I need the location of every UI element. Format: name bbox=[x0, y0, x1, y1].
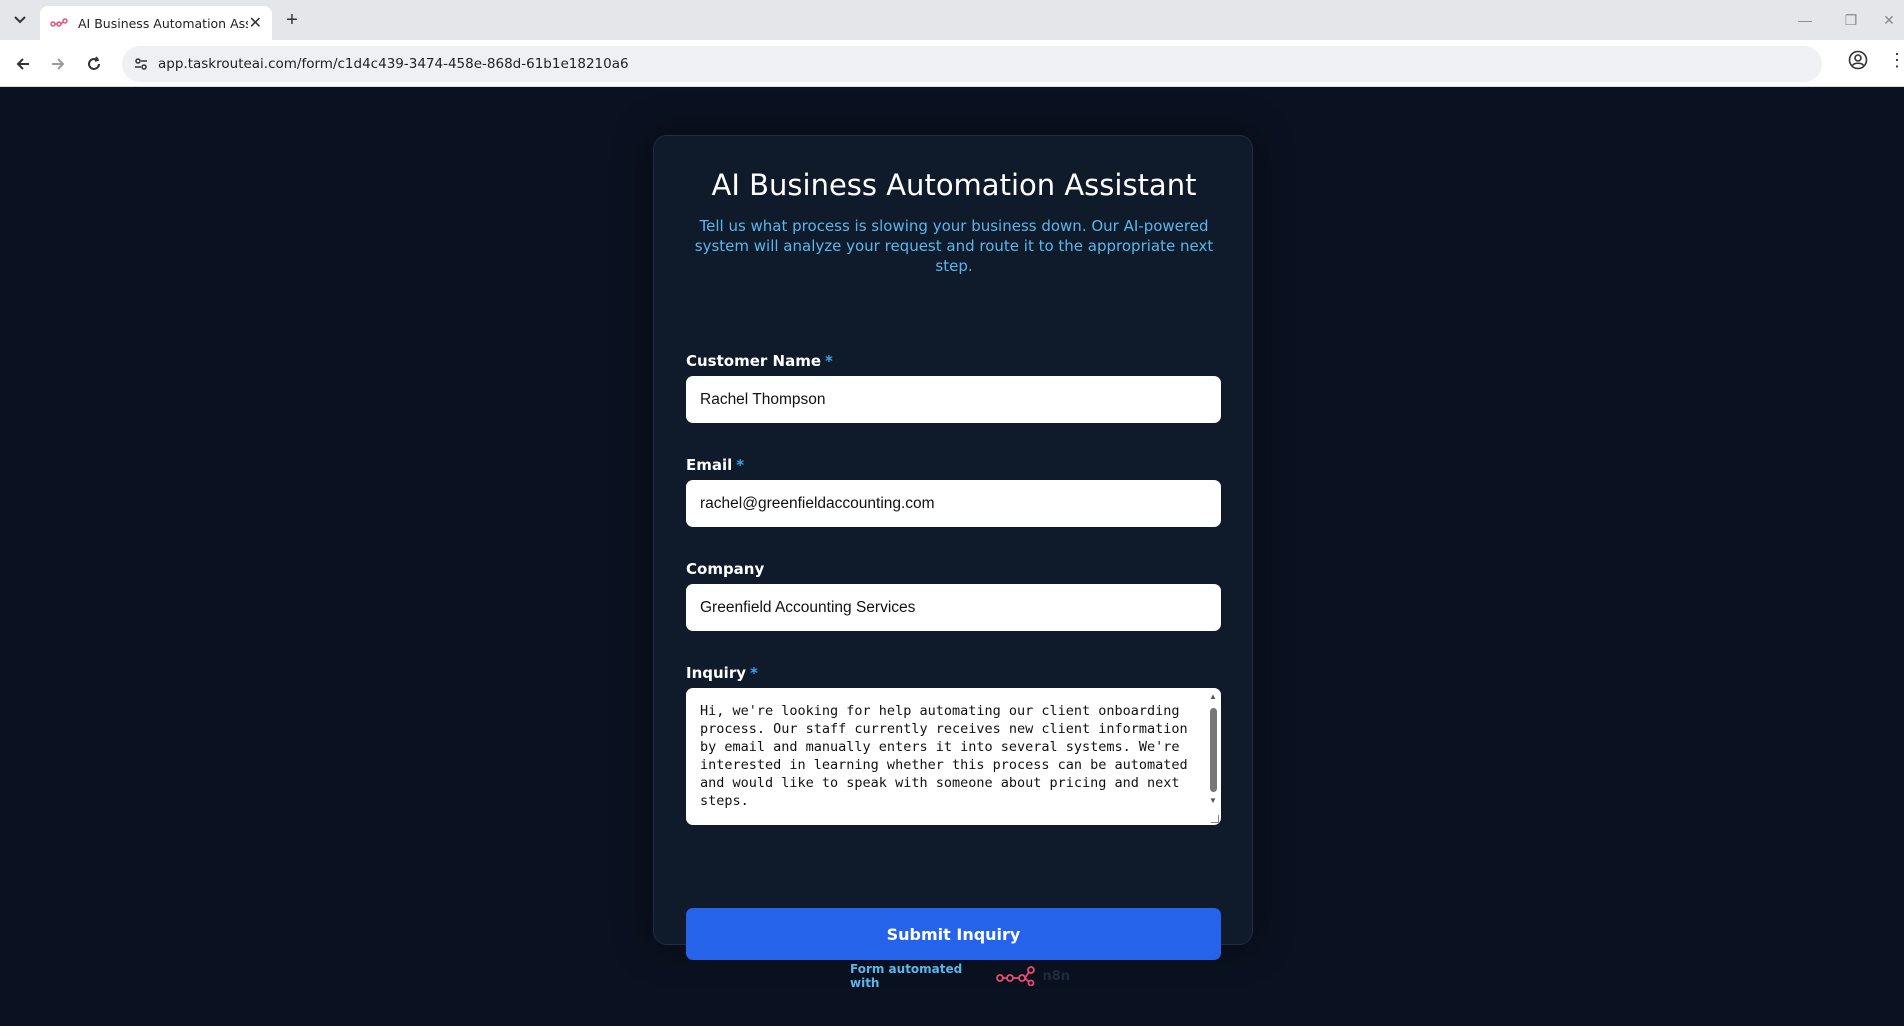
scroll-up-arrow-icon[interactable]: ▲ bbox=[1209, 692, 1217, 701]
inquiry-scrollbar[interactable]: ▲ ▼ bbox=[1208, 692, 1218, 818]
browser-tab-bar: AI Business Automation Assista ✕ + — ❐ ✕ bbox=[0, 0, 1904, 40]
email-label: Email * bbox=[686, 456, 744, 474]
tab-list-chevron-icon[interactable] bbox=[8, 8, 32, 32]
profile-icon[interactable] bbox=[1848, 50, 1872, 74]
inquiry-value: Hi, we're looking for help automating ou… bbox=[700, 703, 1196, 809]
reload-icon[interactable] bbox=[80, 50, 108, 78]
n8n-logo-icon[interactable] bbox=[996, 966, 1036, 987]
n8n-favicon-icon bbox=[50, 17, 68, 29]
minimize-icon[interactable]: — bbox=[1790, 8, 1820, 32]
required-mark: * bbox=[825, 352, 833, 370]
required-mark: * bbox=[736, 456, 745, 474]
company-label-text: Company bbox=[686, 560, 765, 578]
close-window-icon[interactable]: ✕ bbox=[1874, 8, 1904, 32]
footer: Form automated with n8n bbox=[850, 962, 1070, 990]
company-label: Company bbox=[686, 560, 764, 578]
form-title: AI Business Automation Assistant bbox=[711, 168, 1197, 202]
customer-name-value: Rachel Thompson bbox=[700, 390, 826, 408]
company-input[interactable]: Greenfield Accounting Services bbox=[686, 584, 1221, 631]
inquiry-label-text: Inquiry bbox=[686, 664, 746, 682]
required-mark: * bbox=[750, 664, 758, 682]
form-subtitle: Tell us what process is slowing your bus… bbox=[694, 217, 1214, 275]
browser-toolbar: app.taskrouteai.com/form/c1d4c439-3474-4… bbox=[0, 40, 1904, 87]
customer-name-label: Customer Name * bbox=[686, 352, 833, 370]
footer-text: Form automated with bbox=[850, 962, 963, 990]
customer-name-label-text: Customer Name bbox=[686, 352, 821, 370]
address-bar[interactable]: app.taskrouteai.com/form/c1d4c439-3474-4… bbox=[122, 46, 1822, 82]
email-input[interactable]: rachel@greenfieldaccounting.com bbox=[686, 480, 1221, 527]
submit-inquiry-button[interactable]: Submit Inquiry bbox=[686, 908, 1221, 960]
tab-title: AI Business Automation Assista bbox=[78, 15, 248, 31]
back-arrow-icon[interactable] bbox=[9, 50, 37, 78]
scroll-thumb[interactable] bbox=[1210, 708, 1217, 792]
browser-tab[interactable]: AI Business Automation Assista ✕ bbox=[40, 6, 272, 40]
page-body: AI Business Automation Assistant Tell us… bbox=[0, 87, 1904, 1026]
company-value: Greenfield Accounting Services bbox=[700, 598, 916, 616]
new-tab-button[interactable]: + bbox=[280, 8, 304, 32]
site-info-icon[interactable] bbox=[132, 55, 150, 73]
inquiry-textarea[interactable]: Hi, we're looking for help automating ou… bbox=[686, 688, 1221, 825]
scroll-down-arrow-icon[interactable]: ▼ bbox=[1209, 796, 1217, 805]
inquiry-label: Inquiry * bbox=[686, 664, 758, 682]
tab-close-icon[interactable]: ✕ bbox=[249, 13, 262, 33]
restore-icon[interactable]: ❐ bbox=[1836, 8, 1866, 32]
customer-name-input[interactable]: Rachel Thompson bbox=[686, 376, 1221, 423]
email-value: rachel@greenfieldaccounting.com bbox=[700, 494, 935, 512]
url-text: app.taskrouteai.com/form/c1d4c439-3474-4… bbox=[158, 56, 629, 72]
email-label-text: Email bbox=[686, 456, 733, 474]
n8n-wordmark: n8n bbox=[1042, 968, 1070, 984]
browser-menu-icon[interactable]: ⋮ bbox=[1888, 50, 1904, 71]
form-card: AI Business Automation Assistant Tell us… bbox=[653, 135, 1253, 960]
forward-arrow-icon[interactable] bbox=[44, 50, 72, 78]
resize-grip-icon[interactable] bbox=[1211, 815, 1219, 823]
